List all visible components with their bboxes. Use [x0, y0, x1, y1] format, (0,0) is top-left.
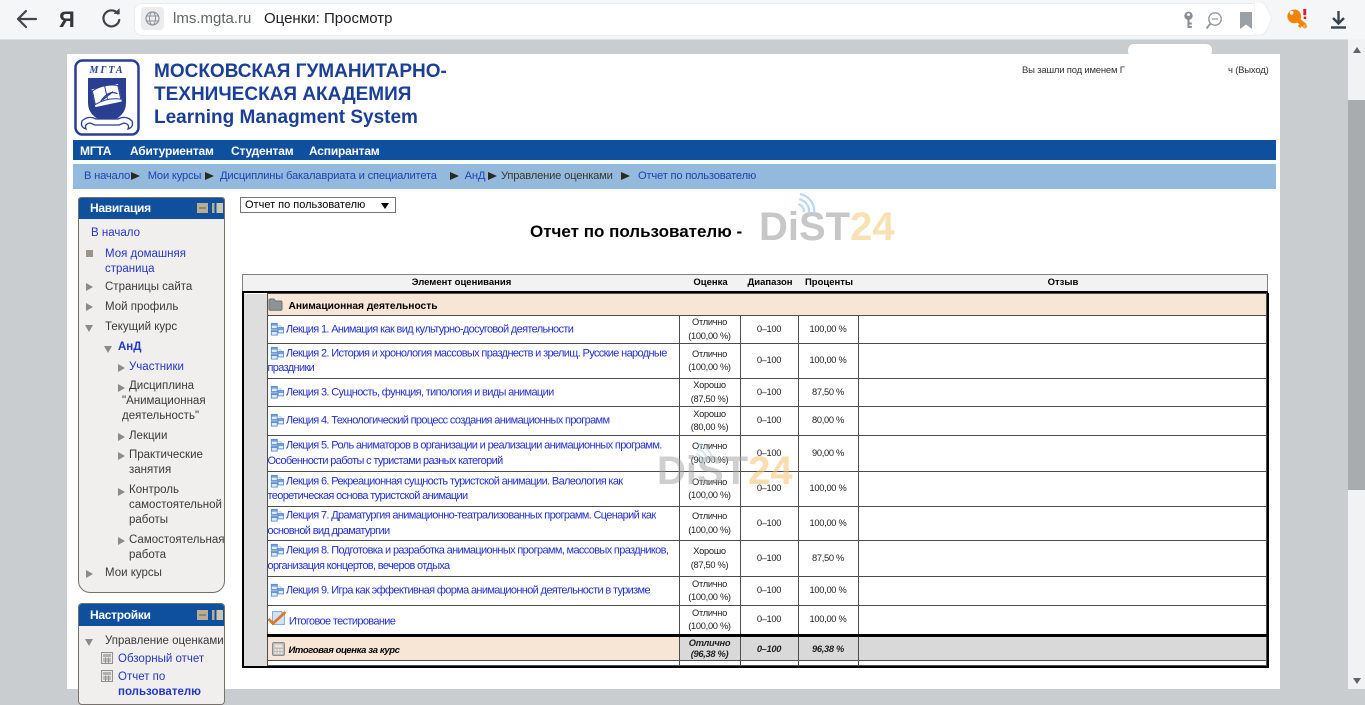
svg-text:МГТА: МГТА	[88, 65, 124, 76]
